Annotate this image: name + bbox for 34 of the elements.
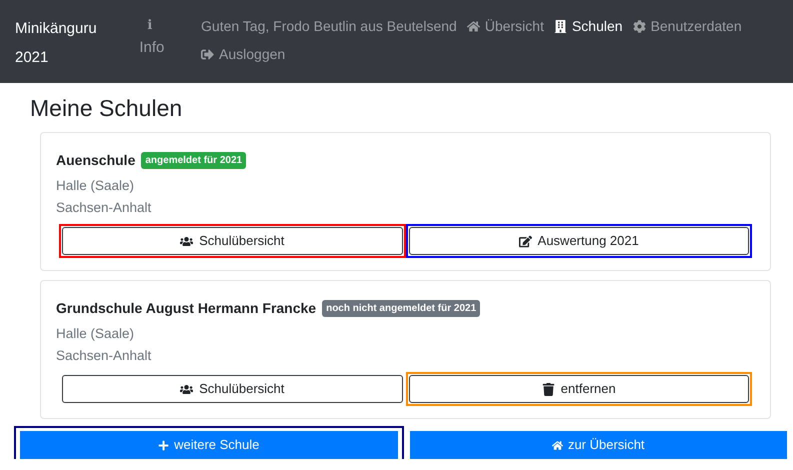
- school-city: Halle (Saale): [56, 325, 134, 343]
- trash-icon: [542, 382, 555, 396]
- school-city: Halle (Saale): [56, 177, 134, 195]
- home-icon: [552, 440, 563, 450]
- greeting-text: Guten Tag, Frodo Beutlin aus Beutelsend: [201, 17, 457, 36]
- nav-link[interactable]: Benutzerdaten: [632, 16, 742, 36]
- brand-text[interactable]: Minikänguru: [15, 14, 97, 43]
- building-icon: [554, 20, 567, 32]
- users-icon: [180, 234, 194, 248]
- school-state: Sachsen-Anhalt: [56, 199, 152, 217]
- logout-icon: [201, 48, 214, 60]
- school-name: Auenschule: [56, 151, 136, 170]
- plus-icon: [158, 440, 170, 450]
- edit-icon: [518, 234, 532, 248]
- users-icon: [180, 382, 194, 396]
- nav-link[interactable]: Übersicht: [466, 16, 544, 36]
- nav-link[interactable]: Ausloggen: [201, 44, 778, 64]
- card-button[interactable]: entfernen: [408, 375, 749, 403]
- nav-link[interactable]: Schulen: [554, 16, 623, 36]
- brand-text[interactable]: 2021: [15, 43, 48, 72]
- action-button[interactable]: weitere Schule: [20, 431, 398, 459]
- home-icon: [466, 20, 480, 32]
- card-button[interactable]: Schulübersicht: [62, 375, 402, 403]
- action-button[interactable]: zur Übersicht: [410, 431, 787, 459]
- school-name: Grundschule August Hermann Francke: [56, 299, 316, 318]
- page-title: Meine Schulen: [30, 94, 182, 122]
- card-button[interactable]: Auswertung 2021: [408, 227, 749, 255]
- status-badge: angemeldet für 2021: [141, 152, 246, 169]
- info-link[interactable]: Info: [139, 36, 164, 60]
- settings-icon: [632, 20, 646, 32]
- status-badge: noch nicht angemeldet für 2021: [322, 300, 480, 317]
- info-icon-glyph: i: [147, 17, 152, 35]
- card-button[interactable]: Schulübersicht: [62, 227, 402, 255]
- school-state: Sachsen-Anhalt: [56, 347, 152, 365]
